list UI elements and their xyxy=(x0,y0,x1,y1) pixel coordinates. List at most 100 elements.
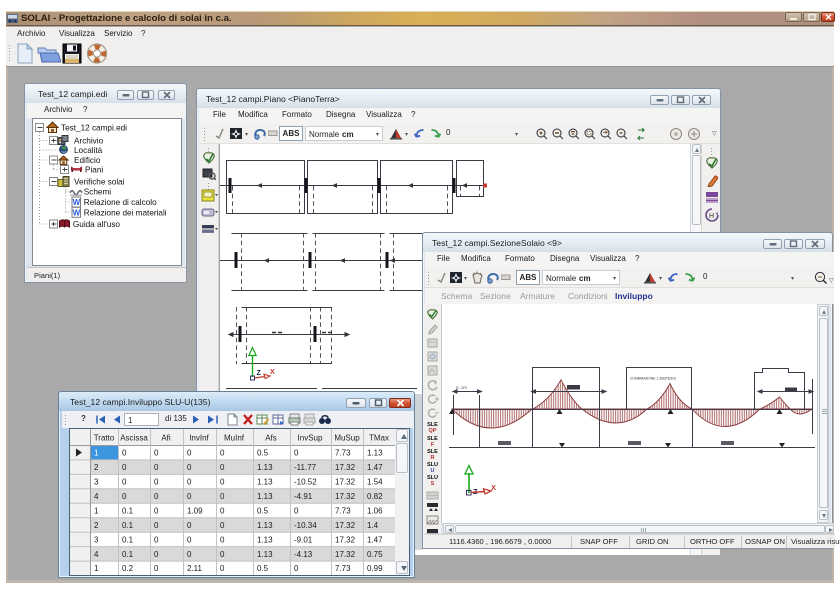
svg-text:0: 0 xyxy=(220,535,225,544)
svg-text:0: 0 xyxy=(294,507,299,516)
svg-text:Afi: Afi xyxy=(161,434,171,443)
svg-text:3: 3 xyxy=(94,535,99,544)
svg-text:4: 4 xyxy=(94,550,99,559)
svg-text:0.1: 0.1 xyxy=(122,535,134,544)
svg-text:2: 2 xyxy=(94,521,99,530)
svg-text:Test_12 campi.edi: Test_12 campi.edi xyxy=(61,124,127,133)
svg-text:1.13: 1.13 xyxy=(257,535,273,544)
svg-text:0.1: 0.1 xyxy=(122,550,134,559)
svg-text:InvSup: InvSup xyxy=(298,434,323,443)
svg-text:1.4: 1.4 xyxy=(367,521,379,530)
svg-text:4: 4 xyxy=(94,492,99,501)
svg-text:0: 0 xyxy=(154,478,159,487)
svg-text:1.13: 1.13 xyxy=(257,521,273,530)
svg-text:0: 0 xyxy=(122,478,127,487)
svg-text:MuInf: MuInf xyxy=(224,434,245,443)
svg-text:0.5: 0.5 xyxy=(257,564,269,573)
svg-text:7.73: 7.73 xyxy=(335,507,351,516)
svg-text:Relazione di calcolo: Relazione di calcolo xyxy=(84,198,157,207)
svg-text:1.13: 1.13 xyxy=(257,550,273,559)
svg-text:Edificio: Edificio xyxy=(74,156,101,165)
svg-text:-4.91: -4.91 xyxy=(294,492,313,501)
svg-text:0: 0 xyxy=(122,449,127,458)
svg-text:p. cm: p. cm xyxy=(456,385,467,390)
svg-text:17.32: 17.32 xyxy=(335,535,356,544)
svg-text:0: 0 xyxy=(220,492,225,501)
svg-text:1.13: 1.13 xyxy=(257,492,273,501)
svg-text:Guida all'uso: Guida all'uso xyxy=(73,220,121,229)
svg-text:-11.77: -11.77 xyxy=(294,463,317,472)
svg-text:0: 0 xyxy=(122,463,127,472)
svg-text:0.1: 0.1 xyxy=(122,507,134,516)
svg-text:0.82: 0.82 xyxy=(367,492,383,501)
svg-text:0: 0 xyxy=(154,463,159,472)
svg-text:Ascissa: Ascissa xyxy=(120,434,148,443)
svg-text:1.47: 1.47 xyxy=(367,535,383,544)
svg-text:0.5: 0.5 xyxy=(257,507,269,516)
svg-text:1.13: 1.13 xyxy=(257,463,273,472)
svg-text:COMBINAZIONE 1.35x(PESO): COMBINAZIONE 1.35x(PESO) xyxy=(630,377,676,381)
svg-text:Località: Località xyxy=(74,146,103,155)
svg-text:Relazione dei materiali: Relazione dei materiali xyxy=(84,208,167,217)
svg-text:2: 2 xyxy=(94,463,99,472)
svg-text:-10.52: -10.52 xyxy=(294,478,317,487)
svg-text:1.13: 1.13 xyxy=(367,449,383,458)
svg-text:Piani: Piani xyxy=(85,166,103,175)
svg-text:3: 3 xyxy=(94,478,99,487)
svg-text:H: H xyxy=(709,213,714,220)
svg-text:1.13: 1.13 xyxy=(257,478,273,487)
svg-text:7.73: 7.73 xyxy=(335,449,351,458)
svg-text:X: X xyxy=(491,483,496,492)
svg-text:1.06: 1.06 xyxy=(367,507,383,516)
svg-text:0: 0 xyxy=(187,535,192,544)
svg-text:0.2: 0.2 xyxy=(122,564,134,573)
svg-text:0: 0 xyxy=(187,478,192,487)
svg-text:2.11: 2.11 xyxy=(187,564,203,573)
svg-text:1.54: 1.54 xyxy=(367,478,383,487)
svg-text:Z: Z xyxy=(257,370,262,377)
svg-text:0: 0 xyxy=(220,463,225,472)
svg-text:17.32: 17.32 xyxy=(335,492,356,501)
svg-text:0: 0 xyxy=(220,449,225,458)
svg-text:1: 1 xyxy=(94,507,99,516)
svg-text:0: 0 xyxy=(187,449,192,458)
svg-text:0: 0 xyxy=(187,521,192,530)
svg-text:W: W xyxy=(73,198,81,207)
svg-text:-9.01: -9.01 xyxy=(294,535,313,544)
svg-text:1.09: 1.09 xyxy=(187,507,203,516)
svg-text:0: 0 xyxy=(154,521,159,530)
svg-text:0: 0 xyxy=(220,521,225,530)
svg-text:-4.13: -4.13 xyxy=(294,550,313,559)
svg-text:0.1: 0.1 xyxy=(122,521,134,530)
svg-text:0.5: 0.5 xyxy=(257,449,269,458)
svg-text:1.47: 1.47 xyxy=(367,463,383,472)
svg-text:0.75: 0.75 xyxy=(367,550,383,559)
svg-text:0: 0 xyxy=(187,492,192,501)
svg-text:17.32: 17.32 xyxy=(335,478,356,487)
svg-text:17.32: 17.32 xyxy=(335,521,356,530)
svg-text:InvInf: InvInf xyxy=(189,434,209,443)
svg-text:0: 0 xyxy=(154,492,159,501)
svg-text:MuSup: MuSup xyxy=(334,434,360,443)
svg-text:0: 0 xyxy=(187,550,192,559)
svg-text:0: 0 xyxy=(220,507,225,516)
svg-text:17.32: 17.32 xyxy=(335,550,356,559)
svg-text:-10.34: -10.34 xyxy=(294,521,317,530)
svg-text:0.99: 0.99 xyxy=(367,564,383,573)
svg-text:W: W xyxy=(73,208,81,217)
svg-text:1: 1 xyxy=(94,564,99,573)
svg-text:0: 0 xyxy=(154,564,159,573)
svg-text:0: 0 xyxy=(220,478,225,487)
svg-text:Archivio: Archivio xyxy=(74,137,104,146)
svg-text:0: 0 xyxy=(154,507,159,516)
svg-text:0: 0 xyxy=(294,564,299,573)
svg-text:1: 1 xyxy=(94,449,99,458)
svg-text:Verifiche solai: Verifiche solai xyxy=(74,178,125,187)
svg-text:0: 0 xyxy=(187,463,192,472)
svg-text:Schemi: Schemi xyxy=(84,188,111,197)
svg-text:0: 0 xyxy=(220,564,225,573)
svg-text:0: 0 xyxy=(154,449,159,458)
svg-text:X: X xyxy=(270,369,275,376)
svg-text:0: 0 xyxy=(294,449,299,458)
svg-text:0: 0 xyxy=(122,492,127,501)
